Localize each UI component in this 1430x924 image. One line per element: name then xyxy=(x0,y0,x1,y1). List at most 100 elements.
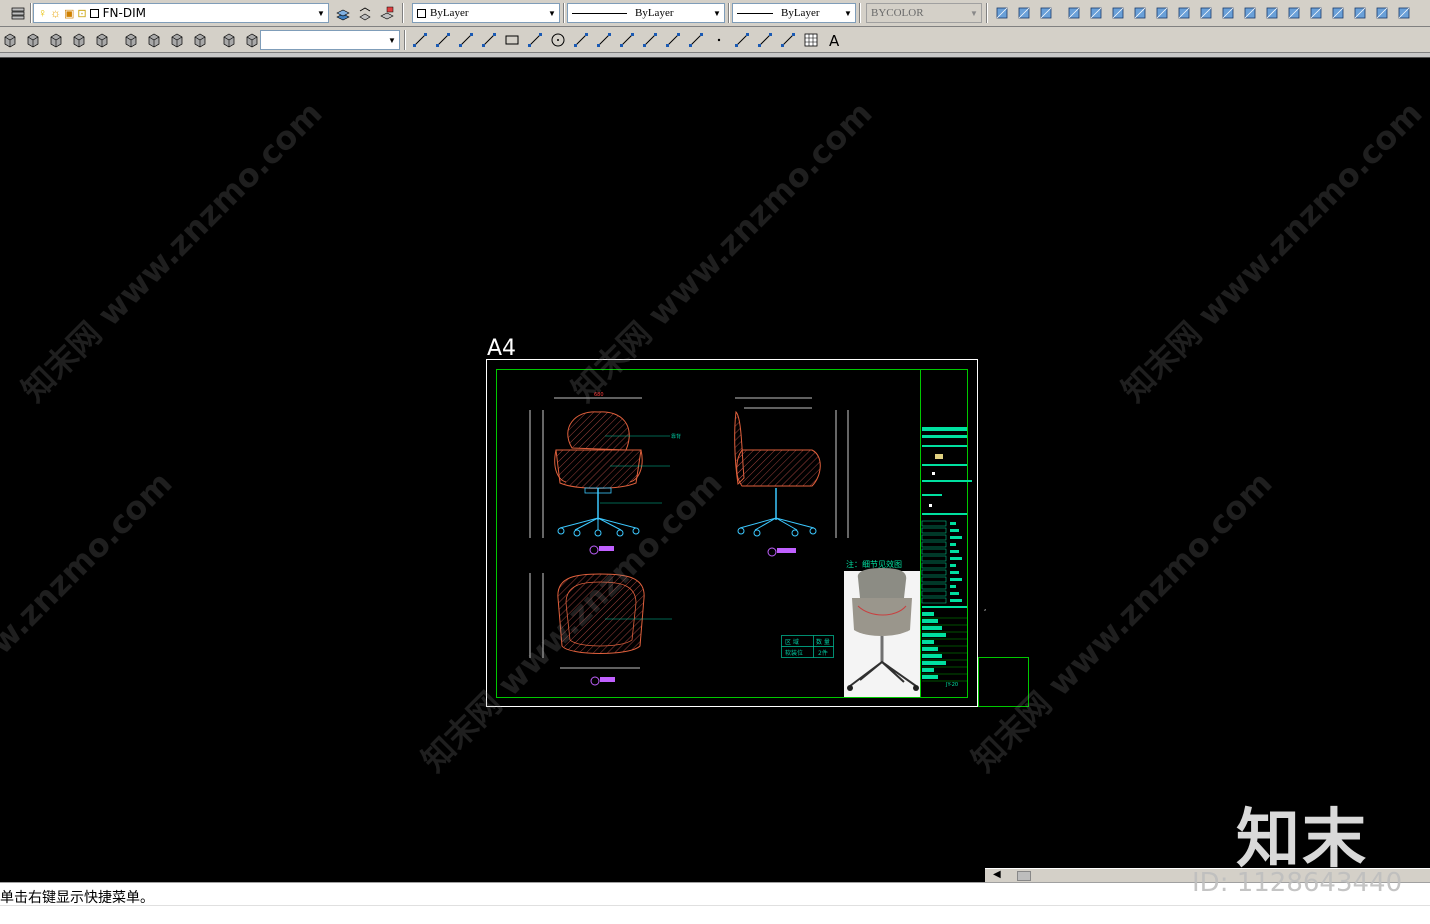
ucs-y-icon[interactable] xyxy=(1174,3,1194,23)
multiline-text-icon[interactable]: A xyxy=(824,30,844,50)
loft-icon-glyph xyxy=(246,33,258,48)
ucs-object-icon[interactable] xyxy=(1014,3,1034,23)
viewport-clip-icon-glyph xyxy=(1310,7,1322,19)
layer-name: FN-DIM xyxy=(102,6,146,20)
layer-manager-icon[interactable] xyxy=(8,3,28,23)
chair-side-elevation[interactable] xyxy=(734,397,849,557)
spline-icon[interactable] xyxy=(594,30,614,50)
render-icon[interactable] xyxy=(1350,3,1370,23)
title-block-cell xyxy=(922,626,942,630)
viewport-icon[interactable] xyxy=(1284,3,1304,23)
scrollbar-thumb[interactable] xyxy=(1017,871,1031,881)
ellipse-arc-icon-glyph xyxy=(643,33,657,47)
title-block-cell xyxy=(950,536,962,539)
model-space-canvas[interactable]: A4 JY-20 680 靠背 区 域 数 量 软装位 2件 注：细节见效图 ,… xyxy=(0,58,1430,868)
toolbar-separator xyxy=(404,30,406,50)
viewport-scale-icon[interactable] xyxy=(1328,3,1348,23)
table-icon[interactable] xyxy=(801,30,821,50)
loft-icon[interactable] xyxy=(242,30,262,50)
toolbar-separator xyxy=(728,3,730,23)
revolve-icon[interactable] xyxy=(190,30,210,50)
cone-icon[interactable] xyxy=(69,30,89,50)
named-ucs-icon[interactable] xyxy=(1240,3,1260,23)
sheet-label: A4 xyxy=(487,336,516,361)
plotstyle-combo: BYCOLOR ▼ xyxy=(866,3,982,23)
line-icon[interactable] xyxy=(410,30,430,50)
lineweight-combo[interactable]: ByLayer ▼ xyxy=(732,3,856,23)
linetype-combo[interactable]: ByLayer ▼ xyxy=(567,3,725,23)
reference-image[interactable]: 注：细节见效图 xyxy=(844,559,920,697)
materials-icon-glyph xyxy=(1398,7,1410,19)
torus-icon[interactable] xyxy=(121,30,141,50)
polygon-icon[interactable] xyxy=(479,30,499,50)
pyramid-icon[interactable] xyxy=(144,30,164,50)
title-block-row xyxy=(921,534,947,541)
ucs-3point-icon[interactable] xyxy=(1130,3,1150,23)
table-header-area: 区 域 xyxy=(785,638,799,646)
box-icon[interactable] xyxy=(0,30,20,50)
ucs-x-icon[interactable] xyxy=(1152,3,1172,23)
ucs-3point-icon-glyph xyxy=(1134,7,1146,19)
wedge-icon[interactable] xyxy=(23,30,43,50)
color-combo[interactable]: ByLayer ▼ xyxy=(412,3,560,23)
cylinder-icon-glyph xyxy=(50,33,62,48)
title-block[interactable]: JY-20 xyxy=(920,370,973,698)
ucs-zaxis-icon[interactable] xyxy=(1108,3,1128,23)
lights-icon[interactable] xyxy=(1372,3,1392,23)
arc-icon[interactable] xyxy=(525,30,545,50)
command-input[interactable] xyxy=(0,905,1430,924)
cylinder-icon[interactable] xyxy=(46,30,66,50)
ucs-object-icon-glyph xyxy=(1018,7,1030,19)
ucs-face-icon[interactable] xyxy=(1036,3,1056,23)
chevron-down-icon[interactable]: ▼ xyxy=(841,4,855,22)
ellipse-arc-icon[interactable] xyxy=(640,30,660,50)
ucs-previous-icon[interactable] xyxy=(1262,3,1282,23)
materials-icon[interactable] xyxy=(1394,3,1414,23)
layer-states-icon[interactable] xyxy=(377,3,397,23)
chevron-down-icon[interactable]: ▼ xyxy=(710,4,724,22)
ucs-z-icon[interactable] xyxy=(1196,3,1216,23)
revision-cloud-icon[interactable] xyxy=(571,30,591,50)
ucs-origin-icon[interactable] xyxy=(1086,3,1106,23)
sphere-icon[interactable] xyxy=(92,30,112,50)
named-views-combo[interactable]: ▼ xyxy=(260,30,400,50)
render-icon-glyph xyxy=(1354,7,1366,19)
title-block-row xyxy=(921,541,947,548)
sphere-icon-glyph xyxy=(96,33,108,48)
gradient-icon-glyph xyxy=(758,33,772,47)
sweep-icon[interactable] xyxy=(219,30,239,50)
polyline-icon[interactable] xyxy=(456,30,476,50)
title-block-row xyxy=(921,555,947,562)
region-icon[interactable] xyxy=(778,30,798,50)
hatch-icon[interactable] xyxy=(732,30,752,50)
make-block-icon[interactable] xyxy=(686,30,706,50)
toolbar-separator xyxy=(859,3,861,23)
insert-block-icon[interactable] xyxy=(663,30,683,50)
point-icon[interactable] xyxy=(709,30,729,50)
lightbulb-icon: ♀ xyxy=(38,5,47,20)
lights-icon-glyph xyxy=(1376,7,1388,19)
note-label: 注：细节见效图 xyxy=(846,559,902,569)
chevron-down-icon[interactable]: ▼ xyxy=(314,4,328,22)
gradient-icon[interactable] xyxy=(755,30,775,50)
layer-combo[interactable]: ♀ ☼ ▣ ⊡ FN-DIM ▼ xyxy=(33,3,329,23)
layer-previous-icon[interactable] xyxy=(355,3,375,23)
scroll-left-icon[interactable]: ◀ xyxy=(993,869,1001,880)
viewport-clip-icon[interactable] xyxy=(1306,3,1326,23)
ucs-face-icon-glyph xyxy=(1040,7,1052,19)
viewport-scale-icon-glyph xyxy=(1332,7,1344,19)
title-block-cell xyxy=(950,599,962,602)
quantity-table[interactable]: 区 域 数 量 软装位 2件 xyxy=(781,635,834,658)
ucs-apply-icon[interactable] xyxy=(1218,3,1238,23)
ellipse-icon[interactable] xyxy=(617,30,637,50)
circle-icon[interactable] xyxy=(548,30,568,50)
chevron-down-icon[interactable]: ▼ xyxy=(385,31,399,49)
chevron-down-icon[interactable]: ▼ xyxy=(545,4,559,22)
rectangle-icon[interactable] xyxy=(502,30,522,50)
construction-line-icon[interactable] xyxy=(433,30,453,50)
title-block-cell xyxy=(950,571,959,574)
ucs-view-icon[interactable] xyxy=(1064,3,1084,23)
ucs-world-icon[interactable] xyxy=(992,3,1012,23)
extrude-icon[interactable] xyxy=(167,30,187,50)
make-object-layer-current-icon[interactable] xyxy=(333,3,353,23)
